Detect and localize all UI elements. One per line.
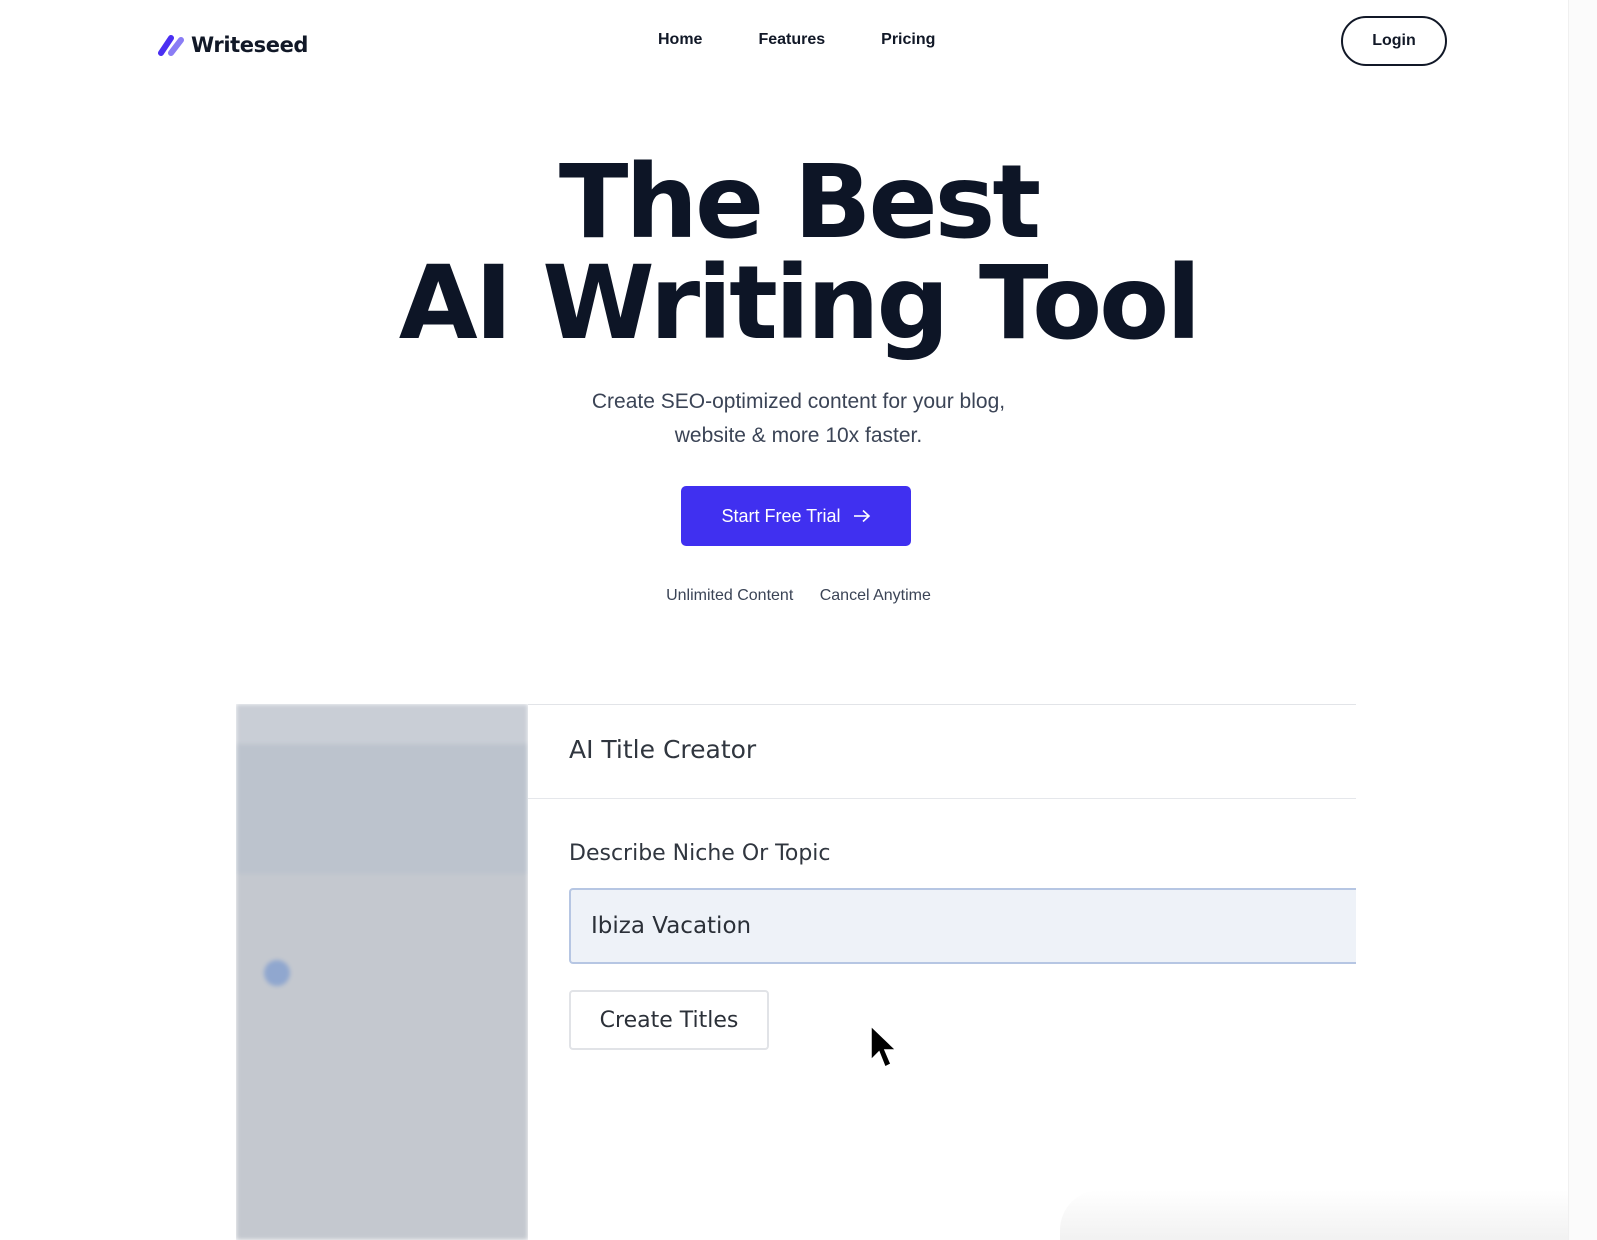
nav-pricing[interactable]: Pricing [881,31,935,49]
brand-name: Writeseed [191,33,309,57]
feature-unlimited-content: Unlimited Content [666,587,794,604]
login-button[interactable]: Login [1341,16,1447,66]
blurred-icon [264,960,290,986]
landing-page: Writeseed Home Features Pricing Login Th… [0,0,1597,1240]
start-free-trial-button[interactable]: Start Free Trial [681,486,911,546]
arrow-right-icon [853,509,870,523]
topic-input[interactable] [569,888,1356,964]
nav-home[interactable]: Home [658,31,702,49]
writeseed-logo-icon [158,35,184,56]
hero-subtitle: Create SEO-optimized content for your bl… [0,385,1597,453]
brand-logo[interactable]: Writeseed [157,30,308,60]
nav-features[interactable]: Features [758,31,825,49]
hero-title-line-1: The Best [558,143,1041,262]
topic-field-label: Describe Niche Or Topic [569,841,831,866]
create-titles-button[interactable]: Create Titles [569,990,769,1050]
preview-sidebar [236,704,528,1240]
hero-title: The Best AI Writing Tool [0,143,1597,363]
panel-title: AI Title Creator [569,735,757,764]
decorative-shadow [1060,1190,1570,1240]
hero-subtitle-line-1: Create SEO-optimized content for your bl… [591,390,1006,413]
app-preview: AI Title Creator Describe Niche Or Topic… [236,704,1356,1240]
main-nav: Home Features Pricing [640,31,935,49]
hero-title-line-2: AI Writing Tool [398,244,1201,363]
mouse-pointer-icon [870,1024,897,1069]
page-scrollbar[interactable] [1568,0,1597,1240]
panel-header: AI Title Creator [528,705,1356,799]
hero-subtitle-line-2: website & more 10x faster. [674,424,923,447]
site-header: Writeseed Home Features Pricing Login [0,0,1568,90]
title-creator-panel: AI Title Creator Describe Niche Or Topic… [528,704,1356,1240]
cta-label: Start Free Trial [721,505,841,526]
hero-features: Unlimited Content Cancel Anytime [0,587,1597,605]
feature-cancel-anytime: Cancel Anytime [819,587,931,604]
